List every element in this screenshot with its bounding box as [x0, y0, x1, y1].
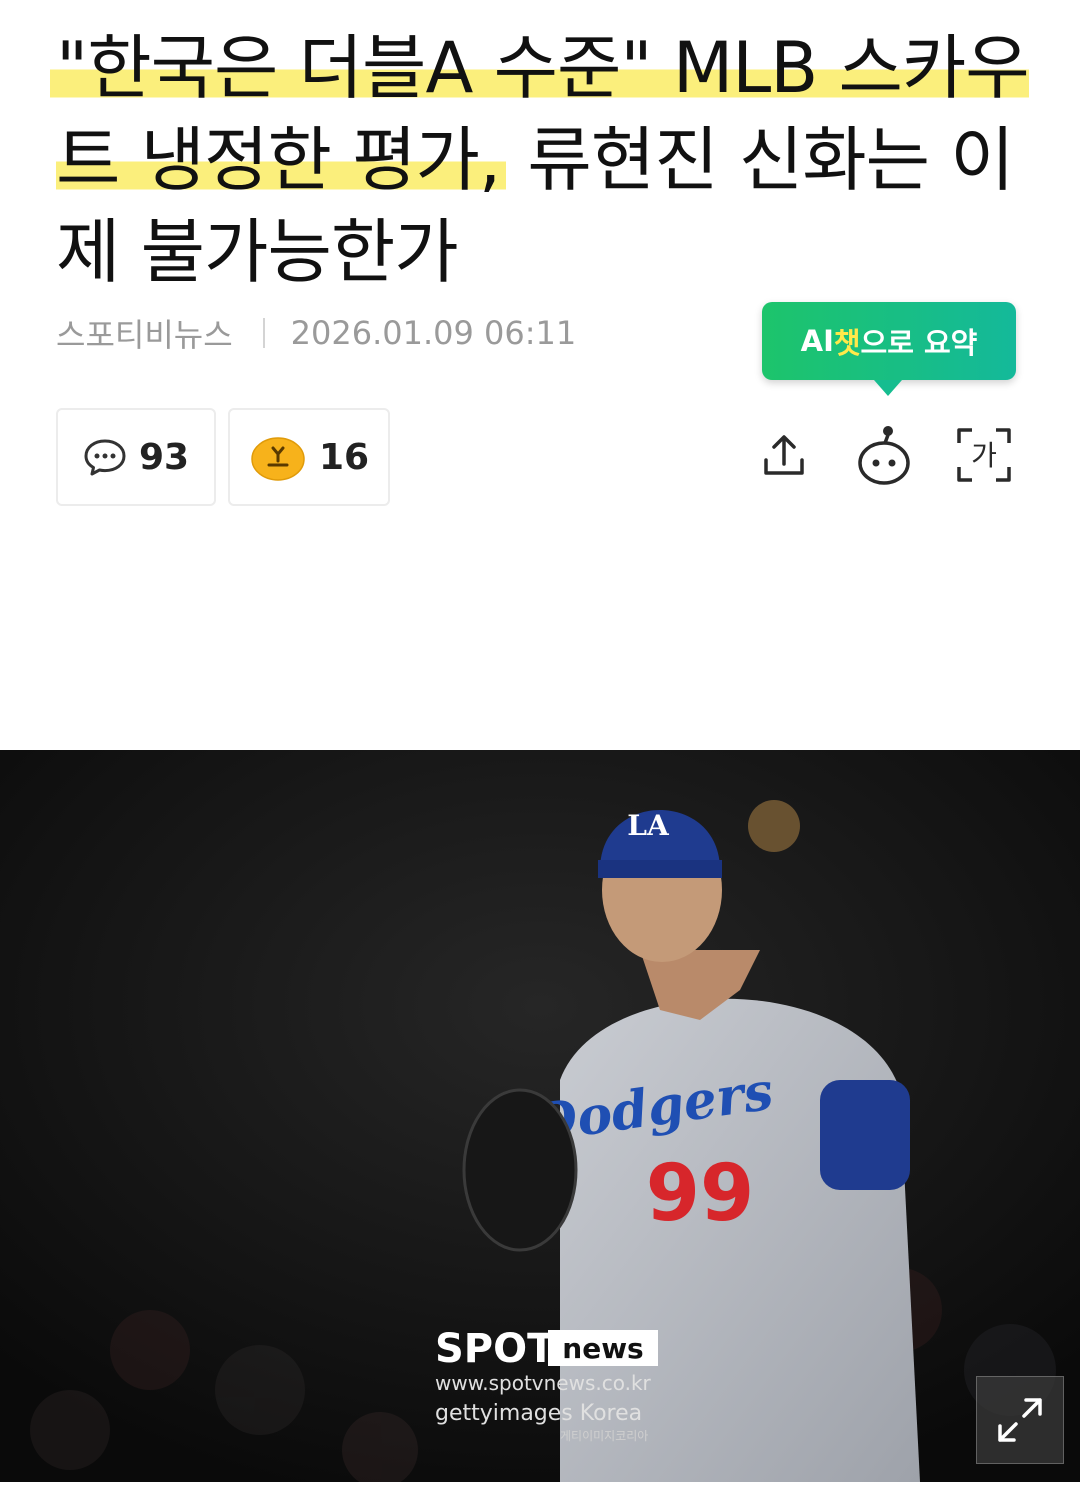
article-meta: 스포티비뉴스 2026.01.09 06:11 [56, 310, 576, 356]
article-headline: "한국은 더블A 수준" MLB 스카우트 냉정한 평가, 류현진 신화는 이제… [50, 22, 1046, 298]
comment-count: 93 [138, 436, 190, 478]
player-photo-illustration: LA Dodgers 99 SPOTV news www.spotvnews.c… [0, 750, 1080, 1482]
cap-logo: LA [627, 809, 670, 842]
reaction-count-button[interactable]: 16 [228, 408, 390, 506]
font-size-button[interactable]: 가 [954, 420, 1014, 490]
reaction-emoji-icon [251, 437, 305, 481]
share-button[interactable] [754, 420, 814, 490]
font-size-glyph: 가 [971, 439, 997, 472]
font-size-icon: 가 [957, 428, 1011, 482]
reaction-count: 16 [318, 436, 370, 478]
watermark-url: www.spotvnews.co.kr [435, 1371, 652, 1395]
bot-button[interactable] [854, 420, 914, 490]
ai-summary-highlight: 챗 [833, 326, 861, 360]
jersey-number: 99 [646, 1149, 755, 1239]
watermark-brand-suffix: news [562, 1332, 643, 1365]
ai-summary-button[interactable]: AI 챗 으로 요약 [762, 302, 1016, 396]
article-datetime: 2026.01.09 06:11 [290, 314, 577, 352]
watermark-getty-ko: 게티이미지코리아 [560, 1429, 648, 1443]
expand-icon [998, 1398, 1042, 1442]
bot-icon [858, 426, 910, 485]
article-source[interactable]: 스포티비뉴스 [56, 310, 233, 356]
meta-divider [262, 318, 265, 348]
comment-count-button[interactable]: 93 [56, 408, 216, 506]
expand-photo-button[interactable] [976, 1376, 1064, 1464]
ai-summary-suffix: 으로 요약 [860, 326, 978, 360]
ai-summary-prefix: AI [800, 324, 834, 358]
watermark-getty: gettyimages Korea [435, 1401, 642, 1426]
article-photo[interactable]: LA Dodgers 99 SPOTV news www.spotvnews.c… [0, 750, 1080, 1482]
share-icon [764, 435, 804, 475]
comment-icon [84, 439, 126, 476]
